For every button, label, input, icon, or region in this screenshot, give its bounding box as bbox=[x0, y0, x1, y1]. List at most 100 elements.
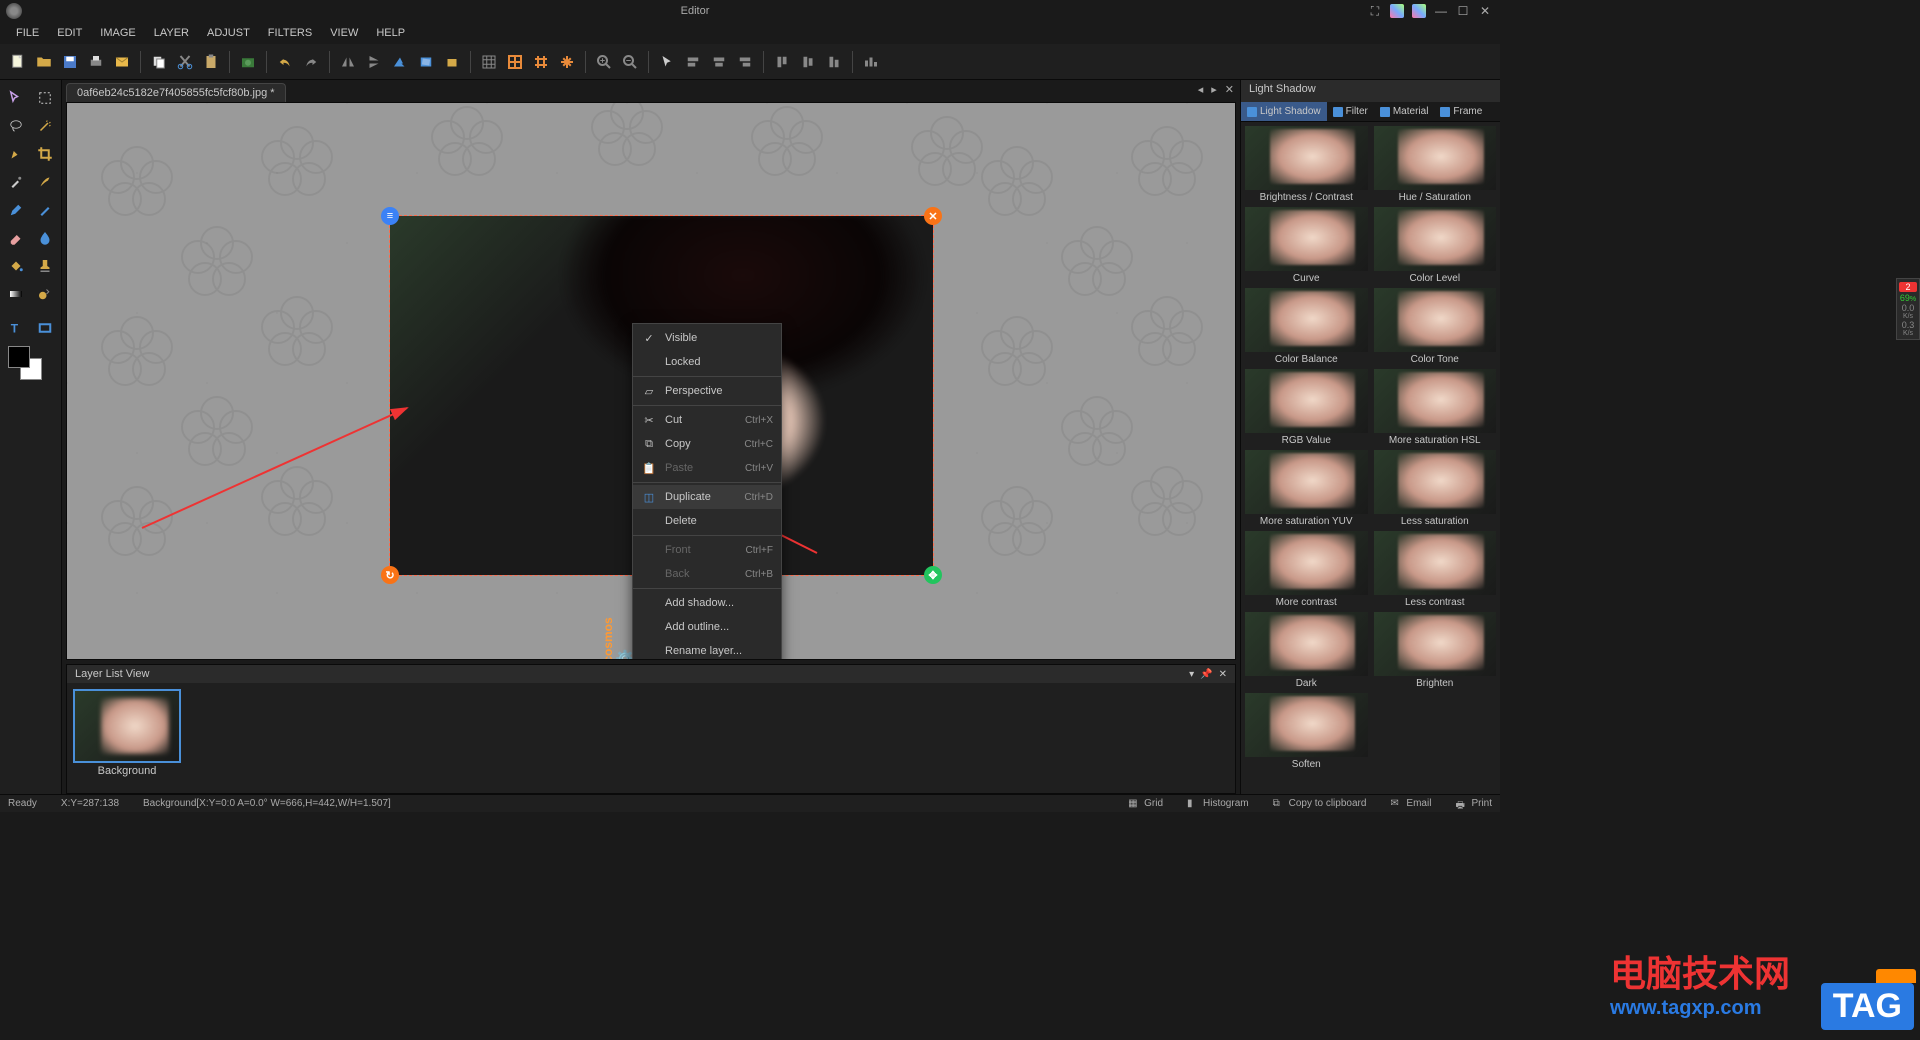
tool-clone[interactable] bbox=[34, 282, 58, 306]
menu-help[interactable]: HELP bbox=[368, 25, 413, 41]
menu-layer[interactable]: LAYER bbox=[146, 25, 197, 41]
effect-color-tone[interactable]: Color Tone bbox=[1374, 288, 1497, 365]
ctx-add-outline[interactable]: Add outline... bbox=[633, 615, 781, 639]
tool-move[interactable] bbox=[4, 86, 28, 110]
status-histogram[interactable]: ▮Histogram bbox=[1187, 798, 1249, 810]
rotate-ccw-button[interactable] bbox=[388, 50, 412, 74]
redo-button[interactable] bbox=[299, 50, 323, 74]
layer-panel-close[interactable]: ✕ bbox=[1219, 669, 1227, 680]
undo-button[interactable] bbox=[273, 50, 297, 74]
layer-resize-handle[interactable]: ✥ bbox=[924, 566, 942, 584]
document-tab[interactable]: 0af6eb24c5182e7f405855fc5fcf80b.jpg * bbox=[66, 83, 286, 102]
tool-brush[interactable] bbox=[34, 170, 58, 194]
open-button[interactable] bbox=[32, 50, 56, 74]
ctx-copy[interactable]: ⧉CopyCtrl+C bbox=[633, 432, 781, 456]
layer-panel-dropdown[interactable]: ▾ bbox=[1189, 669, 1194, 680]
status-grid[interactable]: ▦Grid bbox=[1128, 798, 1163, 810]
tab-filter[interactable]: Filter bbox=[1327, 102, 1374, 121]
tool-fill[interactable] bbox=[4, 254, 28, 278]
tool-crop[interactable] bbox=[34, 142, 58, 166]
menu-image[interactable]: IMAGE bbox=[92, 25, 143, 41]
pointer-button[interactable] bbox=[655, 50, 679, 74]
tab-close-icon[interactable]: ✕ bbox=[1225, 83, 1234, 96]
effect-[interactable] bbox=[1374, 693, 1497, 770]
tool-wand[interactable] bbox=[34, 114, 58, 138]
layer-thumb-background[interactable]: Background bbox=[73, 689, 181, 777]
ctx-visible[interactable]: ✓Visible bbox=[633, 326, 781, 350]
email-button[interactable] bbox=[110, 50, 134, 74]
effect-brightness-contrast[interactable]: Brightness / Contrast bbox=[1245, 126, 1368, 203]
paste-button[interactable] bbox=[199, 50, 223, 74]
effect-color-balance[interactable]: Color Balance bbox=[1245, 288, 1368, 365]
ctx-front[interactable]: FrontCtrl+F bbox=[633, 538, 781, 562]
tab-frame[interactable]: Frame bbox=[1434, 102, 1488, 121]
flip-v-button[interactable] bbox=[362, 50, 386, 74]
distribute-button[interactable] bbox=[859, 50, 883, 74]
effect-color-level[interactable]: Color Level bbox=[1374, 207, 1497, 284]
effect-more-saturation-yuv[interactable]: More saturation YUV bbox=[1245, 450, 1368, 527]
effect-curve[interactable]: Curve bbox=[1245, 207, 1368, 284]
tool-marquee[interactable] bbox=[34, 86, 58, 110]
ctx-delete[interactable]: Delete bbox=[633, 509, 781, 533]
effect-brighten[interactable]: Brighten bbox=[1374, 612, 1497, 689]
effect-less-contrast[interactable]: Less contrast bbox=[1374, 531, 1497, 608]
effect-rgb-value[interactable]: RGB Value bbox=[1245, 369, 1368, 446]
ctx-back[interactable]: BackCtrl+B bbox=[633, 562, 781, 586]
align-6[interactable] bbox=[822, 50, 846, 74]
canvas[interactable]: ≡ ✕ ↻ ✥ ✓Visible Locked ▱Perspective ✂Cu… bbox=[66, 102, 1236, 660]
grid-button[interactable] bbox=[477, 50, 501, 74]
tool-lasso[interactable] bbox=[4, 114, 28, 138]
tool-pen[interactable] bbox=[4, 142, 28, 166]
ctx-locked[interactable]: Locked bbox=[633, 350, 781, 374]
ctx-duplicate[interactable]: ◫DuplicateCtrl+D bbox=[633, 485, 781, 509]
ctx-cut[interactable]: ✂CutCtrl+X bbox=[633, 408, 781, 432]
tab-next-icon[interactable]: ▸ bbox=[1211, 83, 1217, 96]
align-4[interactable] bbox=[770, 50, 794, 74]
save-button[interactable] bbox=[58, 50, 82, 74]
zoom-in-button[interactable] bbox=[592, 50, 616, 74]
effect-less-saturation[interactable]: Less saturation bbox=[1374, 450, 1497, 527]
screenshot-button[interactable] bbox=[236, 50, 260, 74]
effect-dark[interactable]: Dark bbox=[1245, 612, 1368, 689]
tool-smudge[interactable] bbox=[34, 198, 58, 222]
align-5[interactable] bbox=[796, 50, 820, 74]
layer-rotate-handle[interactable]: ↻ bbox=[381, 566, 399, 584]
copy-button[interactable] bbox=[147, 50, 171, 74]
status-copy-clipboard[interactable]: ⧉Copy to clipboard bbox=[1273, 798, 1367, 810]
layer-close-handle[interactable]: ✕ bbox=[924, 207, 942, 225]
tool-blur[interactable] bbox=[34, 226, 58, 250]
ctx-add-shadow[interactable]: Add shadow... bbox=[633, 591, 781, 615]
layer-menu-handle[interactable]: ≡ bbox=[381, 207, 399, 225]
effect-hue-saturation[interactable]: Hue / Saturation bbox=[1374, 126, 1497, 203]
tab-light-shadow[interactable]: Light Shadow bbox=[1241, 102, 1327, 121]
tool-shape[interactable] bbox=[34, 316, 58, 340]
tool-stamp[interactable] bbox=[34, 254, 58, 278]
cut-button[interactable] bbox=[173, 50, 197, 74]
ctx-paste[interactable]: 📋PasteCtrl+V bbox=[633, 456, 781, 480]
effect-more-contrast[interactable]: More contrast bbox=[1245, 531, 1368, 608]
tab-material[interactable]: Material bbox=[1374, 102, 1435, 121]
status-print[interactable]: 🖶Print bbox=[1455, 798, 1492, 810]
align-3[interactable] bbox=[733, 50, 757, 74]
print-button[interactable] bbox=[84, 50, 108, 74]
status-email[interactable]: ✉Email bbox=[1390, 798, 1431, 810]
align-2[interactable] bbox=[707, 50, 731, 74]
grid-orange-1[interactable] bbox=[503, 50, 527, 74]
menu-view[interactable]: VIEW bbox=[322, 25, 366, 41]
thumb-icon-1[interactable] bbox=[1390, 4, 1404, 18]
ctx-rename-layer[interactable]: Rename layer... bbox=[633, 639, 781, 660]
crop-button[interactable] bbox=[440, 50, 464, 74]
tool-gradient[interactable] bbox=[4, 282, 28, 306]
grid-orange-2[interactable] bbox=[529, 50, 553, 74]
flip-h-button[interactable] bbox=[336, 50, 360, 74]
new-button[interactable] bbox=[6, 50, 30, 74]
close-button[interactable]: ✕ bbox=[1478, 4, 1492, 18]
menu-filters[interactable]: FILTERS bbox=[260, 25, 320, 41]
tool-pencil[interactable] bbox=[4, 198, 28, 222]
menu-adjust[interactable]: ADJUST bbox=[199, 25, 258, 41]
thumb-icon-2[interactable] bbox=[1412, 4, 1426, 18]
tool-text[interactable]: T bbox=[4, 316, 28, 340]
maximize-button[interactable]: ☐ bbox=[1456, 4, 1470, 18]
effect-soften[interactable]: Soften bbox=[1245, 693, 1368, 770]
effect-more-saturation-hsl[interactable]: More saturation HSL bbox=[1374, 369, 1497, 446]
